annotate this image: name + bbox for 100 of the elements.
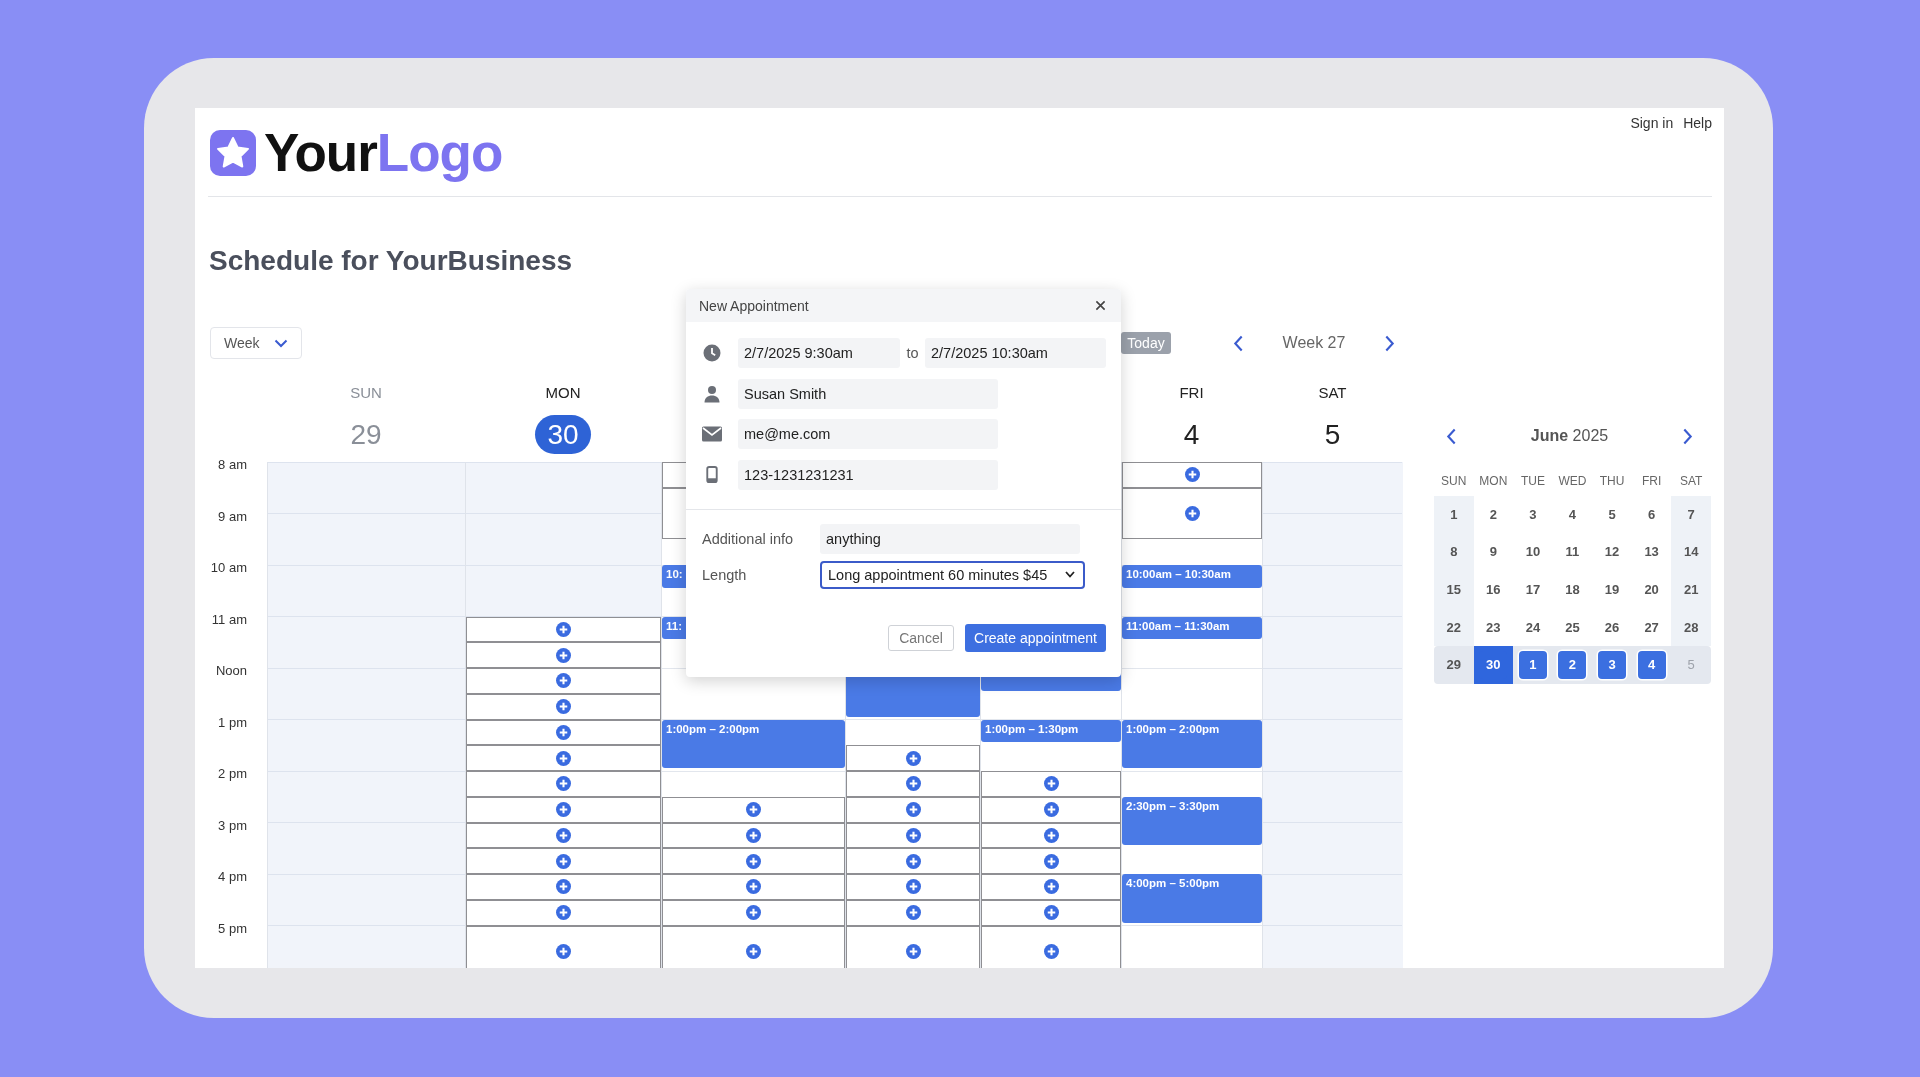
open-slot[interactable] — [662, 796, 845, 823]
open-slot[interactable] — [466, 848, 661, 874]
calendar-day[interactable]: 3 — [1518, 500, 1547, 529]
create-appointment-button[interactable]: Create appointment — [965, 623, 1106, 652]
open-slot[interactable] — [1122, 487, 1262, 540]
appointment-block[interactable]: 1:00pm – 2:00pm — [1122, 719, 1262, 768]
open-slot[interactable] — [846, 771, 980, 797]
open-slot[interactable] — [466, 616, 661, 643]
calendar-day[interactable]: 4 — [1637, 651, 1666, 680]
open-slot[interactable] — [466, 693, 661, 720]
calendar-day[interactable]: 11 — [1558, 538, 1587, 567]
open-slot[interactable] — [981, 848, 1121, 874]
calendar-day[interactable]: 5 — [1598, 500, 1627, 529]
chevron-left-icon[interactable] — [1233, 334, 1244, 352]
calendar-day[interactable]: 17 — [1518, 576, 1547, 604]
open-slot[interactable] — [981, 874, 1121, 900]
calendar-day[interactable]: 2 — [1479, 500, 1508, 529]
calendar-day[interactable]: 12 — [1598, 538, 1627, 567]
calendar-day[interactable]: 16 — [1479, 576, 1508, 604]
calendar-day[interactable]: 23 — [1479, 613, 1508, 642]
open-slot[interactable] — [846, 899, 980, 926]
weekday-label: SAT — [1318, 384, 1347, 401]
appointment-block[interactable]: 11:00am – 11:30am — [1122, 616, 1262, 640]
open-slot[interactable] — [466, 899, 661, 926]
day-number[interactable]: 5 — [1304, 415, 1361, 454]
add-icon — [905, 879, 921, 895]
day-number[interactable]: 30 — [535, 415, 591, 454]
open-slot[interactable] — [662, 874, 845, 900]
appointment-block[interactable]: 2:30pm – 3:30pm — [1122, 796, 1262, 846]
chevron-right-icon[interactable] — [1682, 427, 1693, 445]
calendar-day[interactable]: 13 — [1637, 538, 1666, 567]
open-slot[interactable] — [981, 899, 1121, 926]
day-number[interactable]: 4 — [1163, 415, 1220, 454]
calendar-day[interactable]: 9 — [1479, 538, 1508, 567]
close-icon[interactable] — [1095, 300, 1106, 311]
open-slot[interactable] — [662, 822, 845, 849]
start-time-field[interactable]: 2/7/2025 9:30am — [738, 338, 900, 368]
open-slot[interactable] — [466, 796, 661, 823]
weekday-label: SAT — [1679, 474, 1704, 488]
add-icon — [746, 905, 761, 921]
add-icon — [556, 943, 571, 959]
appointment-block[interactable]: 1:00pm – 2:00pm — [662, 719, 845, 768]
phone-field[interactable]: 123-1231231231 — [738, 459, 998, 490]
email-field[interactable]: me@me.com — [738, 419, 998, 449]
open-slot[interactable] — [466, 642, 661, 668]
appointment-block[interactable]: 1:00pm – 1:30pm — [981, 719, 1121, 743]
calendar-day[interactable]: 27 — [1637, 613, 1666, 642]
header-link[interactable]: Help — [1683, 115, 1712, 131]
calendar-day[interactable]: 26 — [1598, 613, 1627, 642]
calendar-day[interactable]: 3 — [1598, 651, 1627, 680]
dialog-title: New Appointment — [699, 297, 809, 314]
header-link[interactable]: Sign in — [1630, 115, 1674, 131]
appointment-block[interactable]: 4:00pm – 5:00pm — [1122, 874, 1262, 923]
calendar-day[interactable]: 24 — [1518, 613, 1547, 642]
calendar-day[interactable]: 29 — [1439, 651, 1468, 680]
calendar-day[interactable]: 1 — [1518, 651, 1547, 680]
open-slot[interactable] — [466, 925, 661, 968]
calendar-day[interactable]: 2 — [1558, 651, 1587, 680]
open-slot[interactable] — [1122, 462, 1262, 488]
add-icon — [556, 699, 571, 715]
open-slot[interactable] — [846, 822, 980, 849]
appointment-block[interactable]: 10:00am – 10:30am — [1122, 565, 1262, 588]
chevron-right-icon[interactable] — [1384, 334, 1395, 352]
open-slot[interactable] — [662, 899, 845, 926]
additional-info-field[interactable]: anything — [820, 523, 1080, 554]
open-slot[interactable] — [846, 745, 980, 771]
calendar-day[interactable]: 20 — [1637, 576, 1666, 604]
calendar-day[interactable]: 18 — [1558, 576, 1587, 604]
view-dropdown[interactable]: Week — [210, 327, 302, 359]
open-slot[interactable] — [466, 822, 661, 849]
calendar-day[interactable]: 6 — [1637, 500, 1666, 529]
end-time-field[interactable]: 2/7/2025 10:30am — [925, 338, 1106, 368]
hour-label: 1 pm — [218, 715, 247, 730]
chevron-left-icon[interactable] — [1446, 427, 1457, 445]
add-icon — [746, 943, 761, 959]
open-slot[interactable] — [662, 925, 845, 968]
calendar-day[interactable]: 19 — [1598, 576, 1627, 604]
open-slot[interactable] — [466, 719, 661, 746]
length-select[interactable]: Long appointment 60 minutes $45 — [820, 560, 1085, 589]
open-slot[interactable] — [981, 796, 1121, 823]
hour-label: Noon — [215, 664, 247, 678]
open-slot[interactable] — [981, 822, 1121, 849]
open-slot[interactable] — [846, 874, 980, 900]
open-slot[interactable] — [466, 668, 661, 694]
open-slot[interactable] — [466, 874, 661, 900]
name-field[interactable]: Susan Smith — [738, 378, 998, 409]
calendar-day[interactable]: 10 — [1518, 538, 1547, 567]
open-slot[interactable] — [846, 848, 980, 874]
open-slot[interactable] — [981, 771, 1121, 797]
open-slot[interactable] — [466, 745, 661, 771]
open-slot[interactable] — [662, 848, 845, 874]
open-slot[interactable] — [846, 796, 980, 823]
add-icon — [1184, 506, 1200, 521]
calendar-day[interactable]: 25 — [1558, 613, 1587, 642]
cancel-button[interactable]: Cancel — [888, 624, 954, 651]
open-slot[interactable] — [466, 771, 661, 797]
open-slot[interactable] — [846, 925, 980, 968]
open-slot[interactable] — [981, 925, 1121, 968]
calendar-day[interactable]: 4 — [1558, 500, 1587, 529]
caret-icon — [1065, 571, 1075, 578]
